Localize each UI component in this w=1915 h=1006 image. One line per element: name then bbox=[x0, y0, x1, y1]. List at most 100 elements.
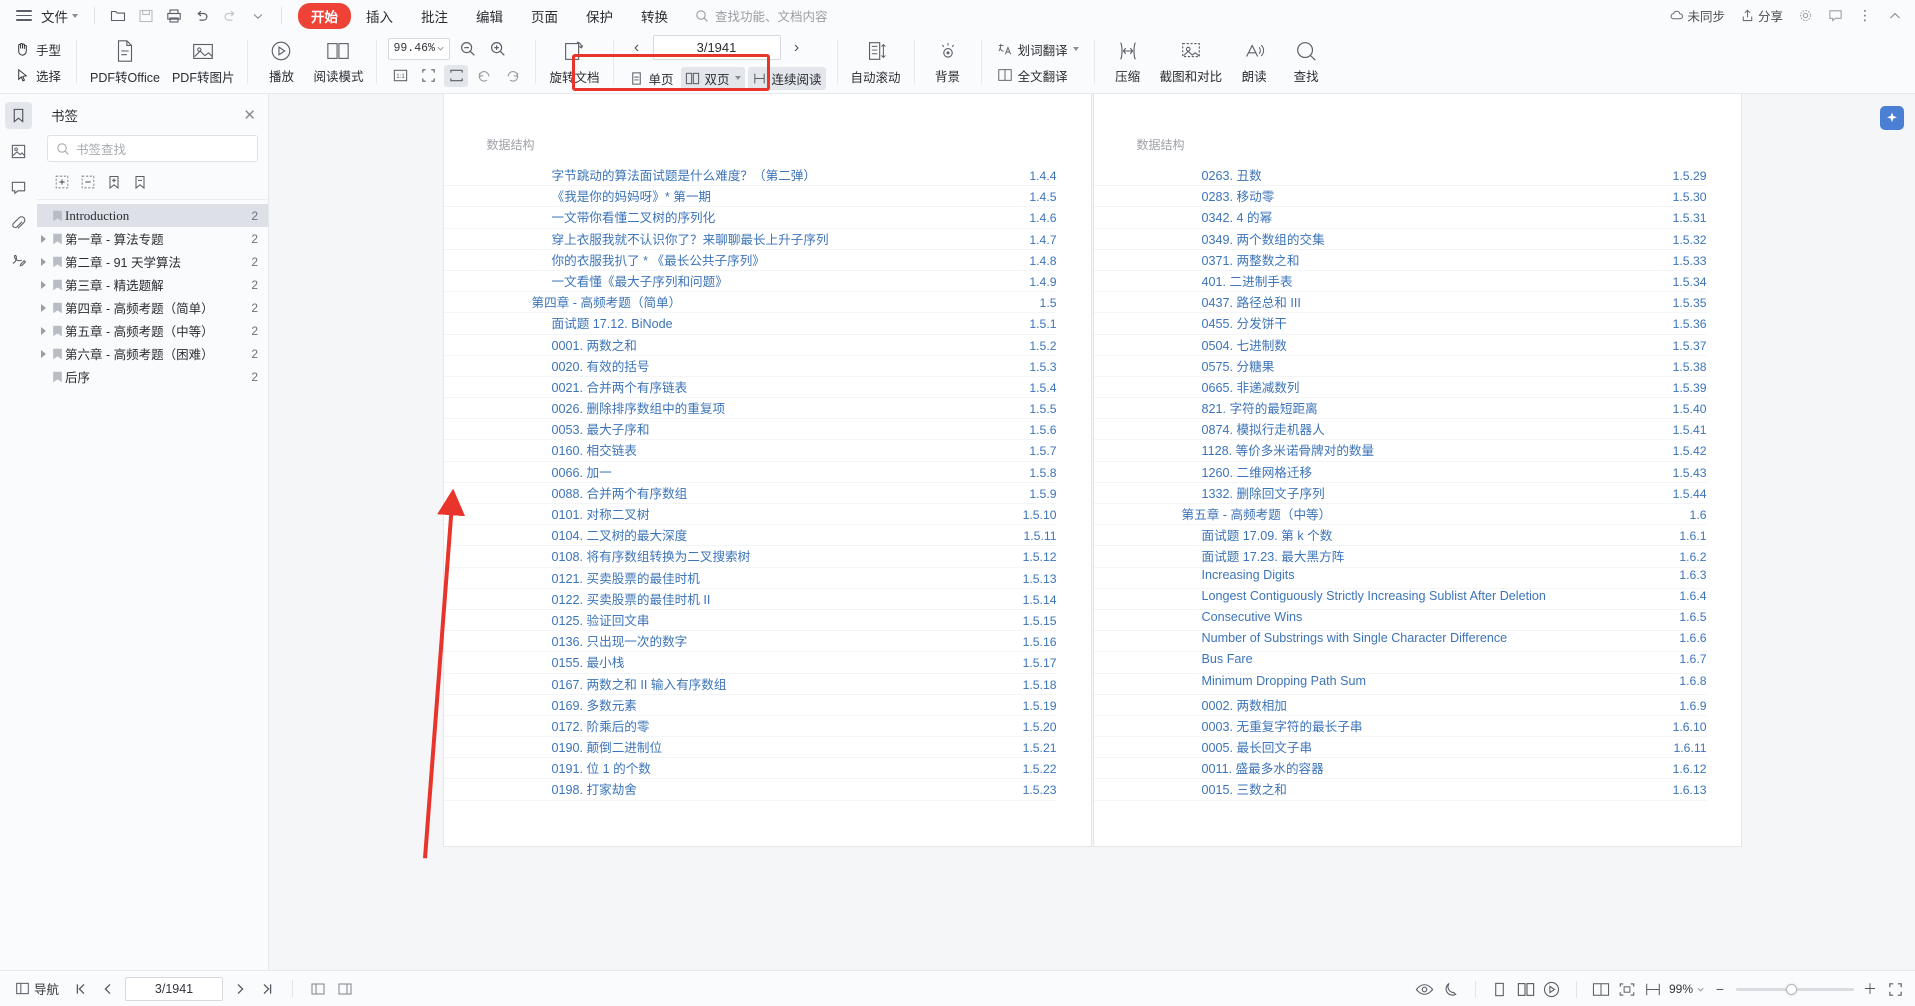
toc-entry[interactable]: 0167. 两数之和 II 输入有序数组 1.5.18 bbox=[443, 674, 1057, 695]
eye-protection-button[interactable] bbox=[1415, 978, 1435, 1000]
toc-entry[interactable]: 0169. 多数元素 1.5.19 bbox=[443, 695, 1057, 716]
toc-entry[interactable]: 0053. 最大子序和 1.5.6 bbox=[443, 419, 1057, 441]
bookmark-item[interactable]: 第六章 - 高频考题（困难） 2 bbox=[37, 342, 268, 365]
toc-entry[interactable]: 0136. 只出现一次的数字 1.5.16 bbox=[443, 631, 1057, 653]
toc-entry[interactable]: 0122. 买卖股票的最佳时机 II 1.5.14 bbox=[443, 589, 1057, 610]
toc-entry[interactable]: 0575. 分糖果 1.5.38 bbox=[1093, 356, 1707, 377]
next-view-button[interactable] bbox=[335, 978, 355, 1000]
toc-entry[interactable]: 第四章 - 高频考题（简单） 1.5 bbox=[443, 292, 1057, 314]
next-page-button-status[interactable] bbox=[230, 978, 250, 1000]
first-page-button[interactable] bbox=[71, 978, 91, 1000]
full-translate-button[interactable]: 全文翻译 bbox=[993, 64, 1083, 87]
double-page-button[interactable]: 双页 bbox=[680, 66, 745, 90]
sidebar-item-attachments[interactable] bbox=[5, 210, 32, 237]
background-button[interactable]: 背景 bbox=[922, 36, 974, 88]
toc-entry[interactable]: 401. 二进制手表 1.5.34 bbox=[1093, 271, 1707, 293]
word-translate-button[interactable]: 划词翻译 bbox=[993, 38, 1083, 61]
zoom-slider[interactable]: − ＋ bbox=[1711, 980, 1879, 998]
toc-entry[interactable]: Longest Contiguously Strictly Increasing… bbox=[1093, 589, 1707, 610]
read-mode-button[interactable]: 阅读模式 bbox=[307, 36, 369, 88]
toc-entry[interactable]: 0172. 阶乘后的零 1.5.20 bbox=[443, 716, 1057, 738]
select-tool-button[interactable]: 选择 bbox=[10, 64, 65, 87]
previous-page-button[interactable]: ‹ bbox=[625, 35, 649, 61]
sidebar-item-thumbnails[interactable] bbox=[5, 138, 32, 165]
zoom-out-button[interactable] bbox=[456, 38, 480, 60]
toc-entry[interactable]: Increasing Digits 1.6.3 bbox=[1093, 568, 1707, 589]
settings-button[interactable] bbox=[1795, 6, 1816, 25]
toc-entry[interactable]: 0020. 有效的括号 1.5.3 bbox=[443, 356, 1057, 377]
tab-edit[interactable]: 编辑 bbox=[463, 3, 516, 29]
toc-entry[interactable]: 0011. 盛最多水的容器 1.6.12 bbox=[1093, 758, 1707, 780]
toc-entry[interactable]: Minimum Dropping Path Sum 1.6.8 bbox=[1093, 674, 1707, 695]
toc-entry[interactable]: 0108. 将有序数组转换为二叉搜索树 1.5.12 bbox=[443, 546, 1057, 568]
fit-width-button[interactable] bbox=[444, 64, 469, 87]
toc-entry[interactable]: 0088. 合并两个有序数组 1.5.9 bbox=[443, 483, 1057, 504]
sidebar-item-bookmarks[interactable] bbox=[5, 102, 32, 129]
print-icon[interactable] bbox=[161, 4, 187, 28]
toc-entry[interactable]: 0455. 分发饼干 1.5.36 bbox=[1093, 313, 1707, 335]
toc-entry[interactable]: 0104. 二叉树的最大深度 1.5.11 bbox=[443, 525, 1057, 547]
global-search[interactable]: 查找功能、文档内容 bbox=[695, 6, 828, 25]
zoom-in-status-button[interactable]: ＋ bbox=[1861, 980, 1879, 998]
pdf-to-image-button[interactable]: PDF转图片 bbox=[166, 35, 241, 89]
tab-comment[interactable]: 批注 bbox=[408, 3, 461, 29]
expand-arrow-icon[interactable] bbox=[37, 326, 50, 335]
next-page-button[interactable]: › bbox=[785, 35, 809, 61]
toc-entry[interactable]: 0066. 加一 1.5.8 bbox=[443, 462, 1057, 483]
open-file-icon[interactable] bbox=[105, 4, 131, 28]
pdf-to-office-button[interactable]: PDF转Office bbox=[84, 35, 166, 89]
screenshot-compare-button[interactable]: 截图和对比 bbox=[1154, 36, 1229, 88]
share-button[interactable]: 分享 bbox=[1737, 4, 1786, 27]
sidebar-item-comments[interactable] bbox=[5, 174, 32, 201]
tab-protect[interactable]: 保护 bbox=[573, 3, 626, 29]
find-button[interactable]: 查找 bbox=[1280, 36, 1332, 88]
zoom-level-select[interactable]: 99.46% bbox=[388, 37, 451, 60]
zoom-level-status[interactable]: 99% bbox=[1669, 982, 1705, 996]
toc-entry[interactable]: 0155. 最小栈 1.5.17 bbox=[443, 652, 1057, 674]
expand-arrow-icon[interactable] bbox=[37, 234, 50, 243]
zoom-in-button[interactable] bbox=[486, 38, 510, 60]
expand-arrow-icon[interactable] bbox=[37, 303, 50, 312]
play-button[interactable]: 播放 bbox=[255, 36, 307, 88]
rotate-left-button[interactable] bbox=[472, 65, 496, 87]
status-page-input[interactable]: 3/1941 bbox=[125, 976, 224, 1001]
toc-entry[interactable]: 《我是你的妈妈呀》* 第一期 1.4.5 bbox=[443, 186, 1057, 208]
continuous-read-button[interactable]: 连续阅读 bbox=[747, 66, 826, 90]
collapse-all-icon[interactable] bbox=[77, 171, 98, 192]
zoom-out-status-button[interactable]: − bbox=[1711, 980, 1729, 998]
toc-entry[interactable]: 0874. 模拟行走机器人 1.5.41 bbox=[1093, 419, 1707, 441]
bookmark-item[interactable]: 第五章 - 高频考题（中等） 2 bbox=[37, 319, 268, 342]
toc-entry[interactable]: 0349. 两个数组的交集 1.5.32 bbox=[1093, 229, 1707, 250]
toc-entry[interactable]: 0190. 颠倒二进制位 1.5.21 bbox=[443, 737, 1057, 759]
continuous-view-button[interactable] bbox=[1643, 978, 1663, 1000]
tab-insert[interactable]: 插入 bbox=[353, 3, 406, 29]
redo-icon[interactable] bbox=[217, 4, 243, 28]
expand-arrow-icon[interactable] bbox=[37, 257, 50, 266]
single-page-button[interactable]: 单页 bbox=[625, 67, 678, 90]
fit-view-button[interactable] bbox=[1617, 978, 1637, 1000]
tab-start[interactable]: 开始 bbox=[298, 2, 351, 29]
toc-entry[interactable]: 0437. 路径总和 III 1.5.35 bbox=[1093, 292, 1707, 314]
toc-entry[interactable]: 1128. 等价多米诺骨牌对的数量 1.5.42 bbox=[1093, 440, 1707, 462]
toc-entry[interactable]: 你的衣服我扒了 * 《最长公共子序列》 1.4.8 bbox=[443, 250, 1057, 271]
toc-entry[interactable]: 0002. 两数相加 1.6.9 bbox=[1093, 695, 1707, 716]
grid-view-button[interactable] bbox=[1591, 978, 1611, 1000]
toc-entry[interactable]: 一文看懂《最大子序列和问题》 1.4.9 bbox=[443, 271, 1057, 293]
expand-arrow-icon[interactable] bbox=[37, 349, 50, 358]
save-icon[interactable] bbox=[133, 4, 159, 28]
toc-entry[interactable]: 字节跳动的算法面试题是什么难度？（第二弹） 1.4.4 bbox=[443, 165, 1057, 187]
zoom-slider-knob[interactable] bbox=[1786, 983, 1797, 995]
toc-entry[interactable]: 0003. 无重复字符的最长子串 1.6.10 bbox=[1093, 716, 1707, 738]
toc-entry[interactable]: 面试题 17.12. BiNode 1.5.1 bbox=[443, 313, 1057, 335]
toc-entry[interactable]: 0121. 买卖股票的最佳时机 1.5.13 bbox=[443, 568, 1057, 589]
zoom-slider-track[interactable] bbox=[1736, 983, 1854, 995]
sync-status-button[interactable]: 未同步 bbox=[1666, 4, 1728, 27]
toc-entry[interactable]: 0504. 七进制数 1.5.37 bbox=[1093, 335, 1707, 356]
toc-entry[interactable]: 0665. 非递减数列 1.5.39 bbox=[1093, 377, 1707, 399]
expand-all-icon[interactable] bbox=[51, 171, 72, 192]
rotate-document-button[interactable]: 旋转文档 bbox=[543, 35, 605, 89]
single-page-view-button[interactable] bbox=[1490, 978, 1510, 1000]
toc-entry[interactable]: 0371. 两整数之和 1.5.33 bbox=[1093, 250, 1707, 271]
toc-entry[interactable]: 第五章 - 高频考题（中等） 1.6 bbox=[1093, 504, 1707, 526]
read-aloud-button[interactable]: 朗读 bbox=[1228, 36, 1280, 88]
